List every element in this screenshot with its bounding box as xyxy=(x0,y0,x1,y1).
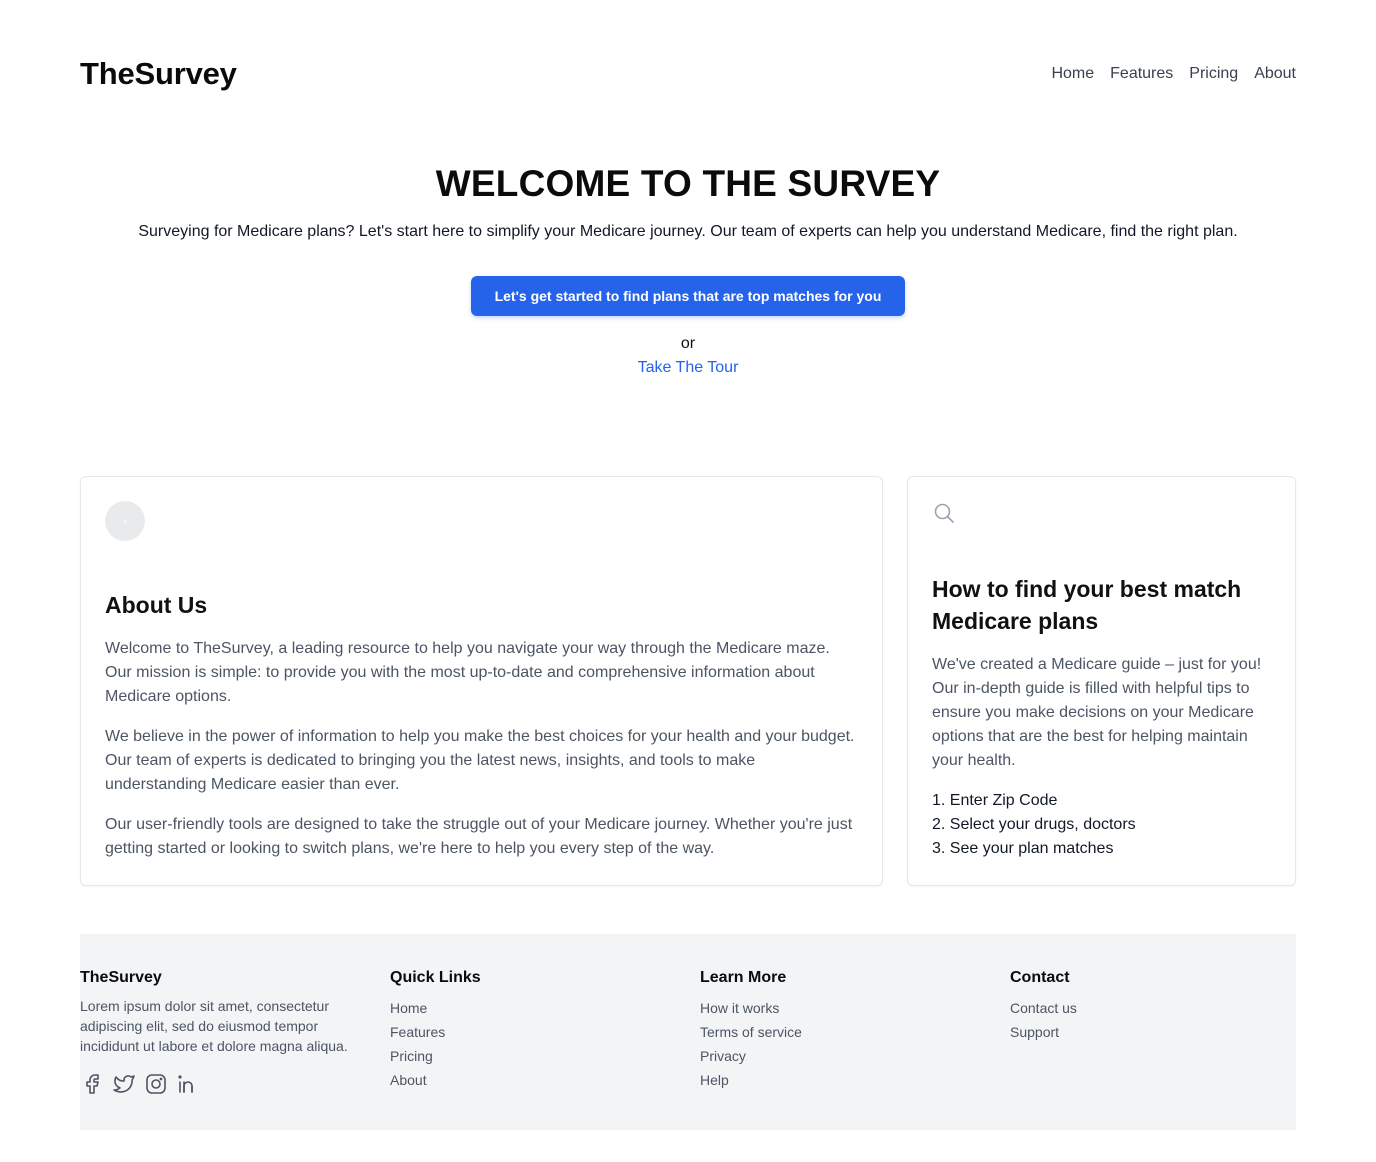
footer-link-features[interactable]: Features xyxy=(390,1020,481,1044)
footer-link-help[interactable]: Help xyxy=(700,1068,802,1092)
footer-brand-title: TheSurvey xyxy=(80,969,162,986)
about-us-title: About Us xyxy=(105,592,208,618)
nav-home[interactable]: Home xyxy=(1051,65,1094,83)
logo[interactable]: TheSurvey xyxy=(80,56,237,92)
nav-features[interactable]: Features xyxy=(1110,65,1173,83)
footer-link-terms[interactable]: Terms of service xyxy=(700,1020,802,1044)
footer-brand-column: TheSurvey Lorem ipsum dolor sit amet, co… xyxy=(80,968,380,1096)
about-paragraph-3: Our user-friendly tools are designed to … xyxy=(105,816,853,857)
take-tour-link[interactable]: Take The Tour xyxy=(638,356,739,380)
hero-subtitle: Surveying for Medicare plans? Let's star… xyxy=(138,223,1238,240)
nav-about[interactable]: About xyxy=(1254,65,1296,83)
footer-contact-column: Contact Contact us Support xyxy=(1010,968,1077,1044)
step-item: 3. See your plan matches xyxy=(932,840,1114,857)
or-separator: or xyxy=(680,335,696,352)
hero-title: WELCOME TO THE SURVEY xyxy=(435,163,941,204)
site-footer: TheSurvey Lorem ipsum dolor sit amet, co… xyxy=(80,934,1296,1130)
footer-link-pricing[interactable]: Pricing xyxy=(390,1044,481,1068)
nav-pricing[interactable]: Pricing xyxy=(1189,65,1238,83)
twitter-icon[interactable] xyxy=(112,1072,136,1096)
footer-link-about[interactable]: About xyxy=(390,1068,481,1092)
footer-learn-more-column: Learn More How it works Terms of service… xyxy=(700,968,802,1092)
linkedin-icon[interactable] xyxy=(176,1072,200,1096)
instagram-icon[interactable] xyxy=(144,1072,168,1096)
facebook-icon[interactable] xyxy=(80,1072,104,1096)
footer-quick-links-title: Quick Links xyxy=(390,969,481,986)
footer-quick-links-column: Quick Links Home Features Pricing About xyxy=(390,968,481,1092)
search-icon xyxy=(932,501,956,525)
footer-learn-more-title: Learn More xyxy=(700,969,787,986)
steps-list: 1. Enter Zip Code 2. Select your drugs, … xyxy=(932,789,1271,861)
footer-link-home[interactable]: Home xyxy=(390,996,481,1020)
about-paragraph-2: We believe in the power of information t… xyxy=(105,728,855,793)
step-item: 2. Select your drugs, doctors xyxy=(932,816,1136,833)
social-links xyxy=(80,1072,380,1096)
footer-link-how-it-works[interactable]: How it works xyxy=(700,996,802,1020)
footer-description: Lorem ipsum dolor sit amet, consectetur … xyxy=(80,998,348,1054)
footer-contact-title: Contact xyxy=(1010,969,1070,986)
about-us-card: About Us Welcome to TheSurvey, a leading… xyxy=(80,476,883,886)
how-to-paragraph: We've created a Medicare guide – just fo… xyxy=(932,656,1262,769)
avatar-placeholder-icon xyxy=(105,501,145,541)
site-header: TheSurvey Home Features Pricing About xyxy=(80,52,1296,96)
main-nav: Home Features Pricing About xyxy=(1051,65,1296,83)
footer-link-contact-us[interactable]: Contact us xyxy=(1010,996,1077,1020)
get-started-button[interactable]: Let's get started to find plans that are… xyxy=(470,276,906,316)
hero-section: WELCOME TO THE SURVEY Surveying for Medi… xyxy=(0,160,1376,380)
how-to-card: How to find your best match Medicare pla… xyxy=(907,476,1296,886)
how-to-title: How to find your best match Medicare pla… xyxy=(932,576,1242,634)
step-item: 1. Enter Zip Code xyxy=(932,792,1058,809)
about-paragraph-1: Welcome to TheSurvey, a leading resource… xyxy=(105,640,830,705)
footer-link-support[interactable]: Support xyxy=(1010,1020,1077,1044)
footer-link-privacy[interactable]: Privacy xyxy=(700,1044,802,1068)
